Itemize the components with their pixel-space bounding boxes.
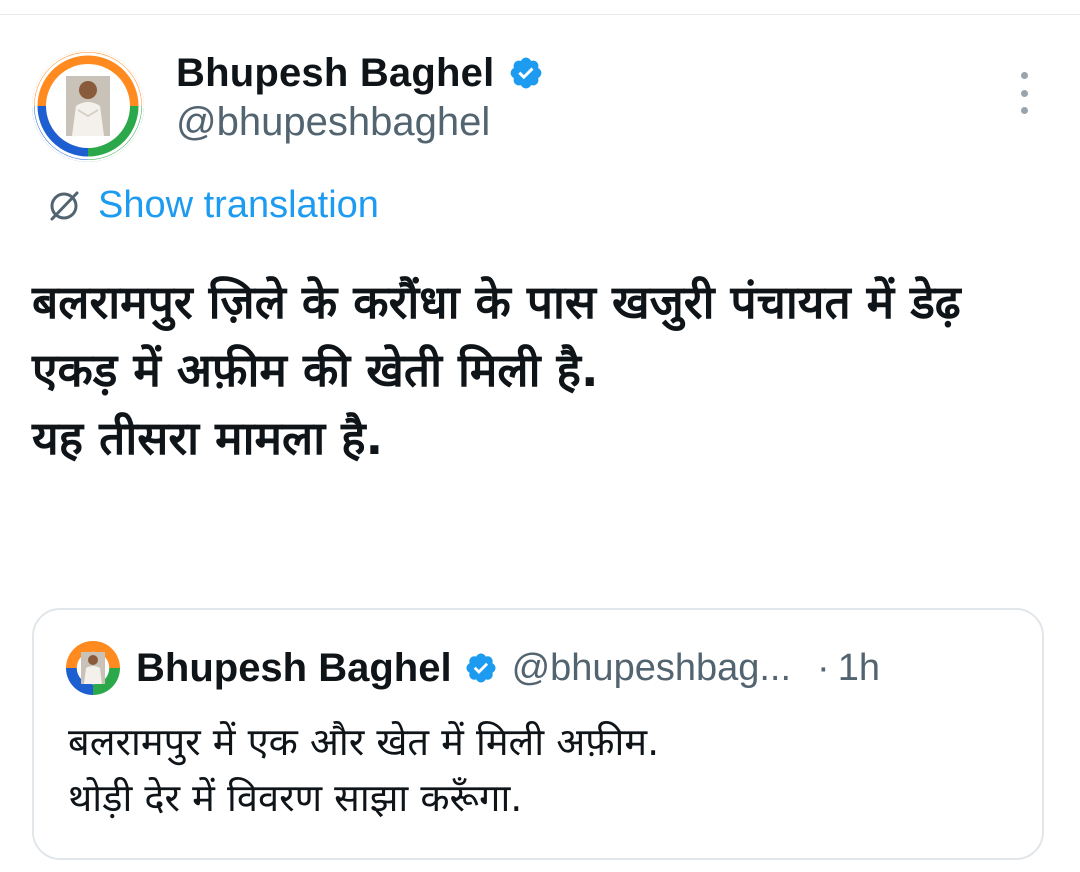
quoted-tweet[interactable]: Bhupesh Baghel @bhupeshbag... · 1h बलराम… [32, 608, 1044, 860]
tweet-text-line: बलरामपुर ज़िले के करौंधा के पास खजुरी पं… [32, 275, 961, 397]
quoted-author-name: Bhupesh Baghel [136, 645, 452, 690]
author-name-row[interactable]: Bhupesh Baghel [176, 46, 544, 100]
quoted-avatar-person [81, 652, 105, 684]
more-dot [1020, 89, 1028, 97]
quoted-tweet-text: बलरामपुर में एक और खेत में मिली अफ़ीम. थ… [68, 714, 1018, 826]
quoted-separator: · [817, 646, 830, 689]
quoted-text-line: बलरामपुर में एक और खेत में मिली अफ़ीम. [68, 720, 660, 764]
show-translation-button[interactable]: Show translation [44, 182, 379, 228]
show-translation-label[interactable]: Show translation [98, 184, 379, 227]
quoted-author-avatar [66, 641, 120, 695]
avatar-person [66, 76, 110, 136]
quoted-text-line: थोड़ी देर में विवरण साझा करूँगा. [68, 776, 523, 820]
quoted-author-handle: @bhupeshbag... [511, 646, 792, 689]
more-dot [1020, 72, 1028, 79]
tweet-text-line: यह तीसरा मामला है. [32, 411, 384, 465]
quoted-tweet-header: Bhupesh Baghel @bhupeshbag... · 1h [66, 640, 880, 696]
more-options-icon[interactable] [1014, 72, 1034, 114]
tweet[interactable]: Bhupesh Baghel @bhupeshbaghel Show trans… [0, 0, 1080, 872]
more-dot [1020, 107, 1028, 114]
quoted-timestamp: 1h [837, 646, 880, 689]
verified-badge-icon [466, 653, 496, 683]
author-display-name[interactable]: Bhupesh Baghel [176, 51, 494, 96]
author-avatar[interactable] [32, 50, 144, 162]
tweet-text: बलरामपुर ज़िले के करौंधा के पास खजुरी पं… [32, 268, 1042, 472]
verified-badge-icon [511, 57, 542, 89]
translate-icon [50, 191, 79, 221]
author-handle[interactable]: @bhupeshbaghel [176, 100, 490, 145]
